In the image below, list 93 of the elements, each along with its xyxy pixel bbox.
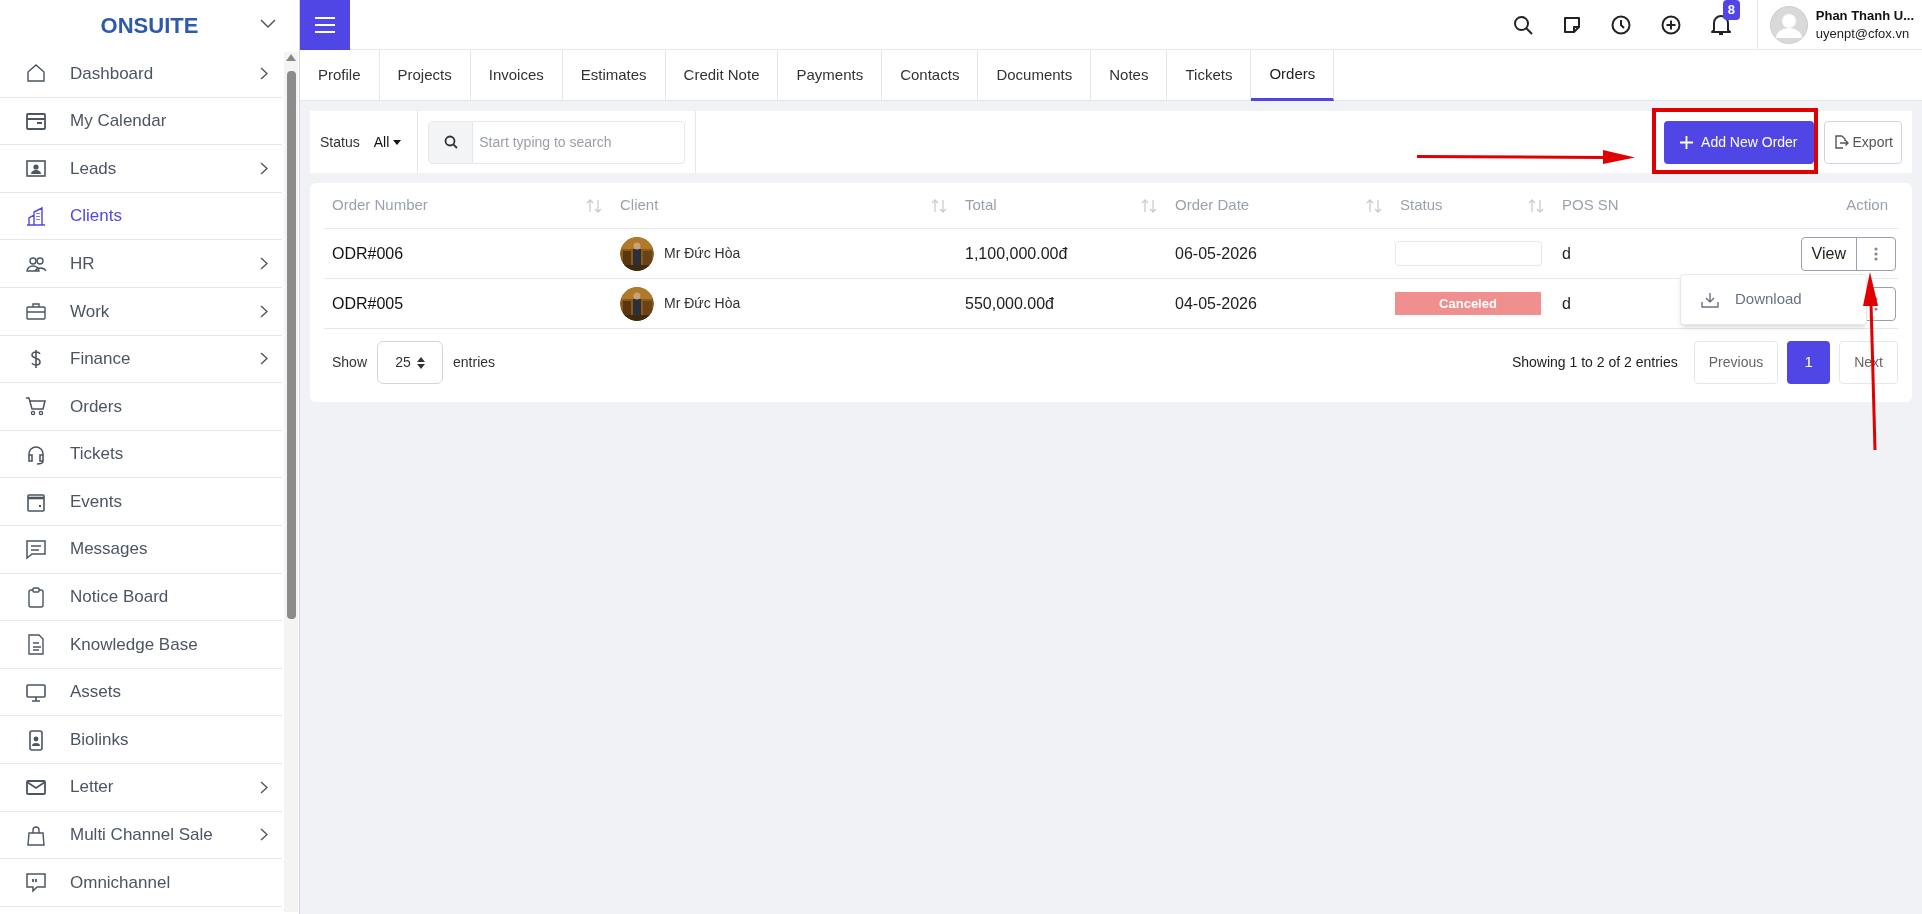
more-icon (1874, 246, 1878, 261)
pos-serial: d (1562, 244, 1571, 262)
caret-icon (393, 139, 402, 145)
entries-label: entries (453, 353, 496, 372)
order-total: 550,000.00đ (965, 294, 1054, 312)
order-date: 06-05-2026 (1175, 244, 1257, 262)
sort-icon (416, 356, 425, 369)
sort-icon[interactable] (586, 198, 602, 213)
add-icon[interactable] (1660, 14, 1681, 35)
order-number: ODR#006 (332, 244, 404, 262)
sidebar-item[interactable]: Finance (0, 335, 282, 384)
sidebar-item[interactable]: Notice Board (0, 573, 282, 622)
message-icon (25, 538, 47, 561)
avatar-icon[interactable] (1769, 5, 1808, 44)
note-icon[interactable] (1562, 15, 1581, 34)
search-field[interactable]: Start typing to search (428, 120, 686, 164)
show-label: Show (332, 353, 368, 372)
order-date: 04-05-2026 (1175, 294, 1257, 312)
sort-icon[interactable] (931, 198, 947, 213)
chat-icon (25, 871, 47, 894)
entries-info: Showing 1 to 2 of 2 entries (1511, 353, 1678, 372)
headset-icon (25, 443, 47, 466)
order-total: 1,100,000.00đ (965, 244, 1068, 262)
bell-icon[interactable] (1710, 13, 1731, 36)
user-name: Phan Thanh U... (1815, 6, 1914, 25)
sidebar-item[interactable]: Orders (0, 383, 282, 431)
search-icon[interactable] (1512, 14, 1533, 35)
user-email: uyenpt@cfox.vn (1815, 24, 1911, 43)
sidebar-item[interactable]: Assets (0, 668, 282, 717)
tab[interactable]: Projects (379, 50, 471, 101)
sidebar-item[interactable]: Biolinks (0, 716, 282, 764)
scrollbar[interactable] (284, 52, 298, 912)
tab[interactable]: Contacts (882, 50, 979, 101)
sidebar-item[interactable]: Clients (0, 192, 282, 241)
sidebar-item[interactable]: Dashboard (0, 50, 282, 98)
pos-serial: d (1562, 294, 1571, 312)
sidebar-item[interactable]: Events (0, 478, 282, 526)
client-name: Mr Đức Hòa (664, 244, 741, 263)
search-input[interactable]: Start typing to search (473, 121, 685, 163)
sort-icon[interactable] (1528, 198, 1544, 213)
tab[interactable]: Payments (778, 50, 883, 101)
sort-icon[interactable] (1366, 198, 1382, 213)
page-size-select[interactable]: 25 (377, 341, 444, 384)
clipboard-icon (25, 585, 47, 608)
brand-logo: ONSUITE (100, 11, 199, 40)
sidebar-item[interactable]: Tickets (0, 430, 282, 479)
clock-icon[interactable] (1610, 14, 1631, 35)
tab[interactable]: Notes (1091, 50, 1168, 101)
sidebar-item[interactable]: Knowledge Base (0, 621, 282, 669)
previous-button[interactable]: Previous (1693, 341, 1779, 384)
tab[interactable]: Orders (1251, 50, 1335, 101)
order-number: ODR#005 (332, 294, 404, 312)
download-icon (1701, 291, 1719, 308)
plus-icon (1680, 135, 1694, 149)
tab[interactable]: Tickets (1167, 50, 1252, 101)
tab[interactable]: Invoices (470, 50, 563, 101)
sidebar-item[interactable]: Letter (0, 763, 282, 812)
column-header: POS SN (1561, 195, 1620, 216)
sidebar-item[interactable]: Messages (0, 525, 282, 574)
bag-icon (25, 823, 47, 846)
tab[interactable]: Estimates (562, 50, 666, 101)
export-button[interactable]: Export (1823, 120, 1902, 164)
home-icon (25, 62, 47, 85)
tab[interactable]: Credit Note (665, 50, 779, 101)
briefcase-icon (25, 300, 47, 323)
chevron-down-icon[interactable] (260, 19, 276, 29)
status-badge: Canceled (1395, 292, 1541, 315)
status-dropdown[interactable]: All (373, 131, 402, 153)
page-button[interactable]: 1 (1787, 341, 1831, 384)
column-header: Action (1845, 195, 1889, 216)
menu-button[interactable] (300, 0, 350, 50)
cart-icon (25, 395, 47, 418)
export-icon (1832, 134, 1849, 150)
add-new-order-button[interactable]: Add New Order (1664, 120, 1814, 164)
sidebar-item[interactable]: Work (0, 287, 282, 336)
menu-icon (315, 16, 335, 33)
monitor-icon (25, 681, 47, 703)
sidebar-item[interactable]: My Calendar (0, 97, 282, 146)
search-icon (443, 135, 458, 149)
tab[interactable]: Documents (978, 50, 1092, 101)
sidebar-item[interactable]: HR (0, 240, 282, 288)
dropdown-item[interactable]: Download (1701, 288, 1802, 311)
tab[interactable]: Profile (300, 50, 380, 101)
contact-card-icon (25, 157, 47, 180)
status-label: Status (320, 132, 360, 152)
notification-badge: 8 (1722, 0, 1740, 20)
sidebar-item[interactable]: Leads (0, 145, 282, 193)
building-icon (25, 205, 47, 228)
sort-icon[interactable] (1141, 198, 1157, 213)
document-icon (25, 633, 47, 656)
sidebar-item[interactable]: Omnichannel (0, 859, 282, 907)
sidebar-item[interactable]: Multi Channel Sale (0, 811, 282, 860)
client-name: Mr Đức Hòa (664, 294, 741, 313)
